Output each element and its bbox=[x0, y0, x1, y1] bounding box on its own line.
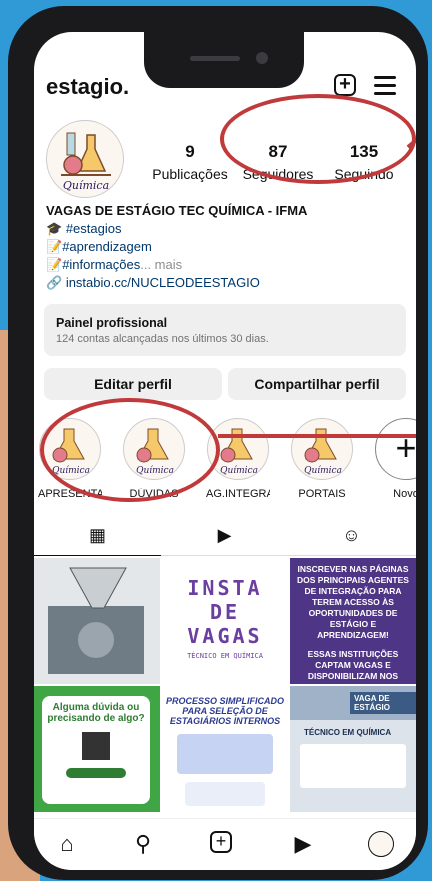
notch bbox=[144, 32, 304, 88]
post-thumbnail[interactable]: Alguma dúvida ou precisando de algo? bbox=[34, 686, 160, 812]
highlight-item[interactable]: Química AG.INTEGRA... bbox=[206, 418, 270, 500]
grid-tab[interactable]: ▦ bbox=[34, 520, 161, 556]
hashtag: #aprendizagem bbox=[62, 239, 152, 254]
bio-line[interactable]: 🎓 #estagios bbox=[46, 220, 406, 238]
bottom-nav: ⌂ ⚲ + ▶ bbox=[34, 818, 416, 870]
followers-count: 87 bbox=[268, 142, 288, 161]
professional-dashboard[interactable]: Painel profissional 124 contas alcançada… bbox=[44, 304, 406, 356]
post-title: PROCESSO SIMPLIFICADO PARA SELEÇÃO DE ES… bbox=[165, 696, 284, 726]
post-line: DE bbox=[209, 600, 241, 624]
highlight-text: Química bbox=[304, 465, 342, 476]
hashtag: #estagios bbox=[65, 221, 122, 236]
screen: estagio. + Química 9 Publicações 87 Segu… bbox=[34, 32, 416, 870]
highlight-cover: Química bbox=[291, 418, 353, 480]
reels-tab[interactable]: ▶ bbox=[161, 520, 288, 556]
edit-profile-button[interactable]: Editar perfil bbox=[44, 368, 222, 400]
create-icon[interactable]: + bbox=[334, 74, 356, 96]
more-link[interactable]: ... mais bbox=[140, 257, 182, 272]
panel-subtitle: 124 contas alcançadas nos últimos 30 dia… bbox=[56, 333, 269, 345]
highlight-item[interactable]: Química APRESENTAC... bbox=[38, 418, 102, 500]
share-profile-button[interactable]: Compartilhar perfil bbox=[228, 368, 406, 400]
avatar-text: Química bbox=[63, 179, 109, 192]
post-subtitle: TÉCNICO EM QUÍMICA bbox=[187, 652, 263, 660]
avatar[interactable]: Química bbox=[46, 120, 124, 198]
highlight-text: Química bbox=[220, 465, 258, 476]
profile-link[interactable]: 🔗 instabio.cc/NUCLEODEESTAGIO bbox=[46, 274, 406, 292]
posts-grid: INSTA DE VAGAS TÉCNICO EM QUÍMICA INSCRE… bbox=[34, 558, 416, 814]
profile-tabs: ▦ ▶ ☺ bbox=[34, 520, 416, 556]
panel-title: Painel profissional bbox=[56, 316, 168, 330]
posts-label: Publicações bbox=[152, 166, 228, 182]
highlight-text: Química bbox=[136, 465, 174, 476]
highlight-cover: Química bbox=[207, 418, 269, 480]
new-highlight[interactable]: + Novo bbox=[374, 418, 416, 500]
post-thumbnail[interactable] bbox=[34, 558, 160, 684]
followers-label: Seguidores bbox=[242, 166, 314, 182]
search-icon[interactable]: ⚲ bbox=[130, 831, 156, 857]
home-icon[interactable]: ⌂ bbox=[54, 831, 80, 857]
stat-followers[interactable]: 87 Seguidores bbox=[238, 142, 318, 182]
tagged-tab[interactable]: ☺ bbox=[288, 520, 415, 556]
graduation-cap-icon: 🎓 bbox=[46, 221, 63, 236]
profile-name: VAGAS DE ESTÁGIO TEC QUÍMICA - IFMA bbox=[46, 203, 308, 218]
create-icon[interactable]: + bbox=[210, 831, 232, 853]
post-label: TÉCNICO EM QUÍMICA bbox=[304, 728, 392, 737]
post-thumbnail[interactable]: INSTA DE VAGAS TÉCNICO EM QUÍMICA bbox=[162, 558, 288, 684]
profile-link-text: instabio.cc/NUCLEODEESTAGIO bbox=[65, 275, 260, 290]
highlight-item[interactable]: Química PORTAIS bbox=[290, 418, 354, 500]
post-title: Alguma dúvida ou precisando de algo? bbox=[47, 702, 145, 724]
post-text: INSCREVER NAS PÁGINAS DOS PRINCIPAIS AGE… bbox=[297, 564, 409, 640]
post-thumbnail[interactable]: VAGA DE ESTÁGIO TÉCNICO EM QUÍMICA bbox=[290, 686, 416, 812]
post-badge: VAGA DE ESTÁGIO bbox=[350, 692, 416, 714]
following-label: Seguindo bbox=[334, 166, 394, 182]
post-thumbnail[interactable]: PROCESSO SIMPLIFICADO PARA SELEÇÃO DE ES… bbox=[162, 686, 288, 812]
stat-posts[interactable]: 9 Publicações bbox=[146, 142, 234, 182]
following-count: 135 bbox=[349, 142, 379, 161]
bio: VAGAS DE ESTÁGIO TEC QUÍMICA - IFMA 🎓 #e… bbox=[46, 202, 406, 292]
highlight-cover: Química bbox=[123, 418, 185, 480]
hashtag: #informações bbox=[62, 257, 141, 272]
annotation-arrow bbox=[406, 135, 416, 149]
posts-count: 9 bbox=[185, 142, 195, 161]
highlight-label: AG.INTEGRA... bbox=[206, 488, 270, 500]
stat-following[interactable]: 135 Seguindo bbox=[326, 142, 402, 182]
post-thumbnail[interactable]: INSCREVER NAS PÁGINAS DOS PRINCIPAIS AGE… bbox=[290, 558, 416, 684]
username[interactable]: estagio. bbox=[46, 74, 129, 100]
highlight-text: Química bbox=[52, 465, 90, 476]
highlight-item[interactable]: Química DÚVIDAS bbox=[122, 418, 186, 500]
post-line: INSTA bbox=[187, 576, 263, 600]
menu-icon[interactable] bbox=[374, 76, 396, 95]
annotation-arrow bbox=[218, 434, 416, 438]
grid-icon: ▦ bbox=[88, 525, 106, 545]
tagged-icon: ☺ bbox=[342, 525, 361, 545]
highlight-label: PORTAIS bbox=[298, 488, 346, 500]
memo-icon: 📝 bbox=[46, 239, 63, 254]
memo-icon: 📝 bbox=[46, 257, 63, 272]
highlight-cover: Química bbox=[39, 418, 101, 480]
post-body bbox=[177, 734, 273, 774]
whatsapp-button-icon bbox=[66, 768, 126, 778]
new-highlight-label: Novo bbox=[393, 488, 416, 500]
post-line: VAGAS bbox=[187, 624, 263, 648]
illustration-icon bbox=[185, 782, 265, 806]
highlight-label: DÚVIDAS bbox=[129, 488, 179, 500]
reels-icon: ▶ bbox=[217, 525, 232, 545]
highlight-label: APRESENTAC... bbox=[38, 488, 102, 500]
qr-code-icon bbox=[82, 732, 110, 760]
reels-icon[interactable]: ▶ bbox=[290, 831, 316, 857]
bio-line[interactable]: 📝#aprendizagem bbox=[46, 238, 406, 256]
post-text: ESSAS INSTITUIÇÕES CAPTAM VAGAS E DISPON… bbox=[307, 649, 399, 684]
profile-icon[interactable] bbox=[368, 831, 394, 857]
bio-line[interactable]: 📝#informações... mais bbox=[46, 256, 406, 274]
link-icon: 🔗 bbox=[46, 275, 63, 290]
plus-icon: + bbox=[375, 418, 416, 480]
phone-frame: estagio. + Química 9 Publicações 87 Segu… bbox=[8, 6, 428, 880]
